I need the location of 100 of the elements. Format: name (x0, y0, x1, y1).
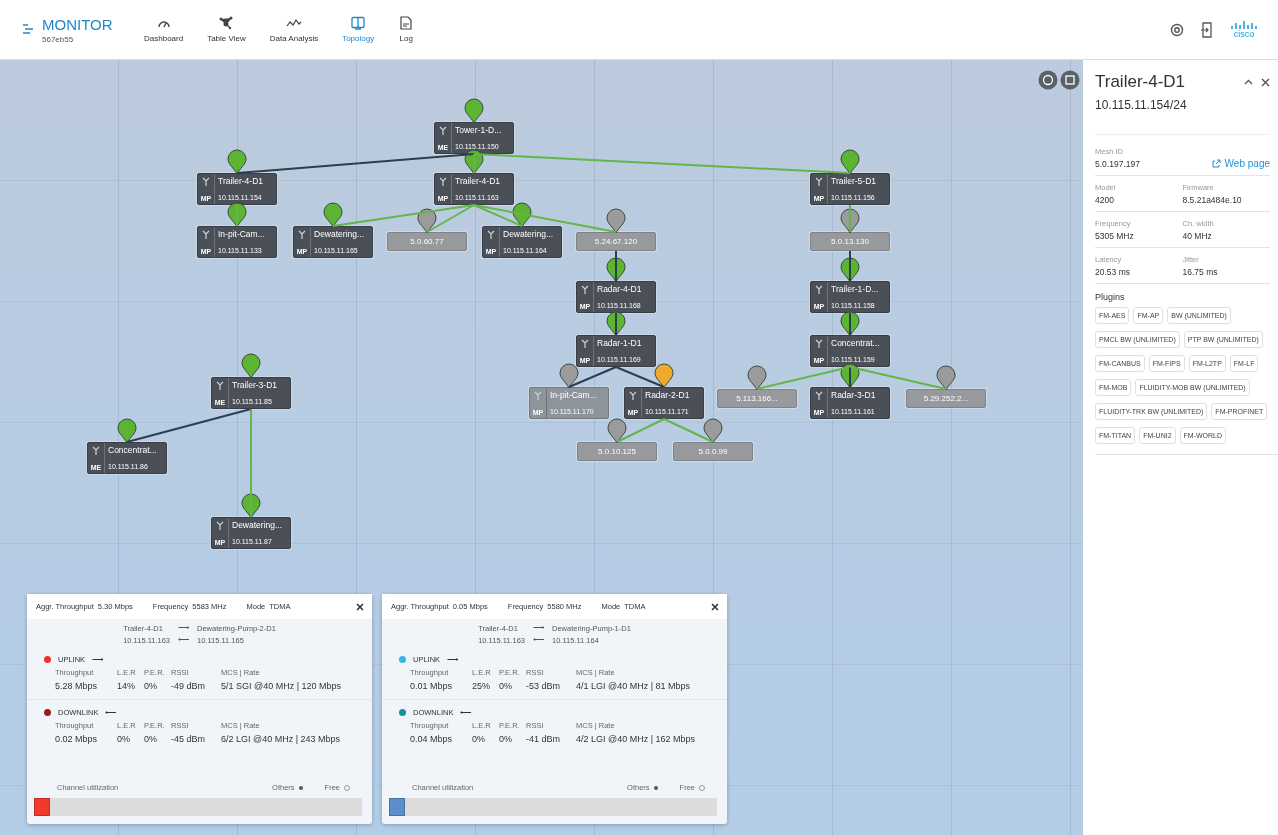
antenna-icon (202, 177, 210, 186)
map-pin-icon[interactable] (417, 208, 437, 234)
antenna-icon (815, 391, 823, 400)
nav-tab[interactable]: Data Analysis (259, 16, 329, 43)
map-pin-icon[interactable] (606, 257, 626, 283)
antenna-icon (487, 230, 495, 239)
nav-tab[interactable]: Table View (197, 16, 256, 43)
nav-tab[interactable]: Log (388, 16, 425, 43)
antenna-icon (298, 230, 306, 239)
antenna-icon (815, 177, 823, 186)
node-name: Concentrat... (108, 445, 157, 455)
metric-value: 5.28 Mbps (55, 681, 99, 691)
route-arrow: ⟵ (178, 636, 190, 645)
field-value: 5.0.197.197 (1095, 159, 1140, 169)
device-address: 10.115.11.154/24 (1095, 98, 1188, 112)
map-pin-icon[interactable] (464, 149, 484, 175)
map-pin-icon[interactable] (607, 418, 627, 444)
field-value: 8.5.21a484e.10 (1182, 195, 1243, 205)
legend-dot (653, 785, 658, 790)
metric-value: 5/1 SGI @40 MHz | 120 Mbps (221, 681, 343, 691)
metric-value: 0% (144, 734, 158, 744)
map-pin-icon[interactable] (559, 363, 579, 389)
map-pin-icon[interactable] (703, 418, 723, 444)
antenna-icon (202, 230, 210, 239)
app-name: MONITOR (42, 15, 113, 33)
book-icon (350, 16, 367, 30)
logout-icon[interactable] (1200, 21, 1214, 38)
close-icon[interactable] (356, 602, 364, 611)
node-name: In-pit-Cam... (218, 229, 265, 239)
web-page-link[interactable]: Web page (1211, 158, 1270, 169)
map-pin-icon[interactable] (936, 365, 956, 391)
map-pin-icon[interactable] (840, 208, 860, 234)
close-icon[interactable] (711, 602, 719, 611)
node-name: Trailer-5-D1 (831, 176, 877, 186)
map-pin-icon[interactable] (241, 353, 261, 379)
antenna-icon (534, 391, 542, 400)
map-pin-icon[interactable] (117, 418, 137, 444)
legend-dot (298, 785, 303, 790)
metric-value: 14% (117, 681, 136, 691)
direction-arrow: ⟵ (460, 709, 472, 716)
map-pin-icon[interactable] (840, 363, 860, 389)
document-icon (398, 16, 415, 30)
map-pin-icon[interactable] (840, 311, 860, 337)
node-name: In-pit-Cam... (550, 390, 597, 400)
map-pin-icon[interactable] (241, 493, 261, 519)
app-id: 567eb55 (42, 34, 75, 44)
metric-value: 0.01 Mbps (410, 681, 454, 691)
metric-value: 4/2 LGI @40 MHz | 162 Mbps (576, 734, 697, 744)
metric-value: -53 dBm (526, 681, 561, 691)
close-icon[interactable] (1261, 77, 1270, 87)
external-link-icon (1211, 159, 1221, 168)
map-pin-icon[interactable] (512, 202, 532, 228)
metric-value: 0% (499, 681, 513, 691)
map-pin-icon[interactable] (606, 311, 626, 337)
metric-value: 6/2 LGI @40 MHz | 243 Mbps (221, 734, 342, 744)
node-name: Dewatering... (503, 229, 554, 239)
node-name: Dewatering... (314, 229, 365, 239)
antenna-icon (92, 446, 100, 455)
node-name: Dewatering... (232, 520, 283, 530)
nav-tab[interactable]: Topology (332, 16, 385, 43)
node-name: Concentrat... (831, 338, 880, 348)
node-name: Tower-1-D... (455, 125, 502, 135)
antenna-icon (216, 381, 224, 390)
antenna-icon (815, 339, 823, 348)
device-title: Trailer-4-D1 (1095, 72, 1187, 92)
metric-value: 4/1 LGI @40 MHz | 81 Mbps (576, 681, 692, 691)
map-pin-icon[interactable] (654, 363, 674, 389)
direction-arrow: ⟶ (447, 656, 459, 663)
metric-value: -45 dBm (171, 734, 206, 744)
collapse-icon[interactable] (1244, 79, 1253, 85)
settings-icon[interactable] (1170, 22, 1184, 37)
cisco-logo: cisco (1230, 20, 1258, 39)
field-value: 5305 MHz (1095, 231, 1135, 241)
antenna-icon (629, 391, 637, 400)
node-name: Radar-2-D1 (645, 390, 690, 400)
menu-icon[interactable] (22, 23, 34, 34)
field-value: 40 MHz (1182, 231, 1213, 241)
node-name: Trailer-4-D1 (455, 176, 501, 186)
map-pin-icon[interactable] (323, 202, 343, 228)
map-pin-icon[interactable] (840, 149, 860, 175)
map-pin-icon[interactable] (606, 208, 626, 234)
direction-arrow: ⟶ (92, 656, 104, 663)
node-name: Trailer-1-D... (831, 284, 879, 294)
metric-value: 0% (144, 681, 158, 691)
map-pin-icon[interactable] (464, 98, 484, 124)
map-pin-icon[interactable] (227, 149, 247, 175)
node-name: Radar-3-D1 (831, 390, 876, 400)
metric-value: 0.02 Mbps (55, 734, 99, 744)
nav-tab[interactable]: Dashboard (134, 16, 194, 43)
metric-value: -41 dBm (526, 734, 561, 744)
graph-nodes-icon (218, 16, 235, 30)
map-pin-icon[interactable] (840, 257, 860, 283)
antenna-icon (439, 126, 447, 135)
map-pin-icon[interactable] (227, 202, 247, 228)
field-value: 16.75 ms (1182, 267, 1219, 277)
metric-value: -49 dBm (171, 681, 206, 691)
map-pin-icon[interactable] (747, 365, 767, 391)
metric-value: 25% (472, 681, 491, 691)
antenna-icon (815, 285, 823, 294)
antenna-icon (581, 285, 589, 294)
